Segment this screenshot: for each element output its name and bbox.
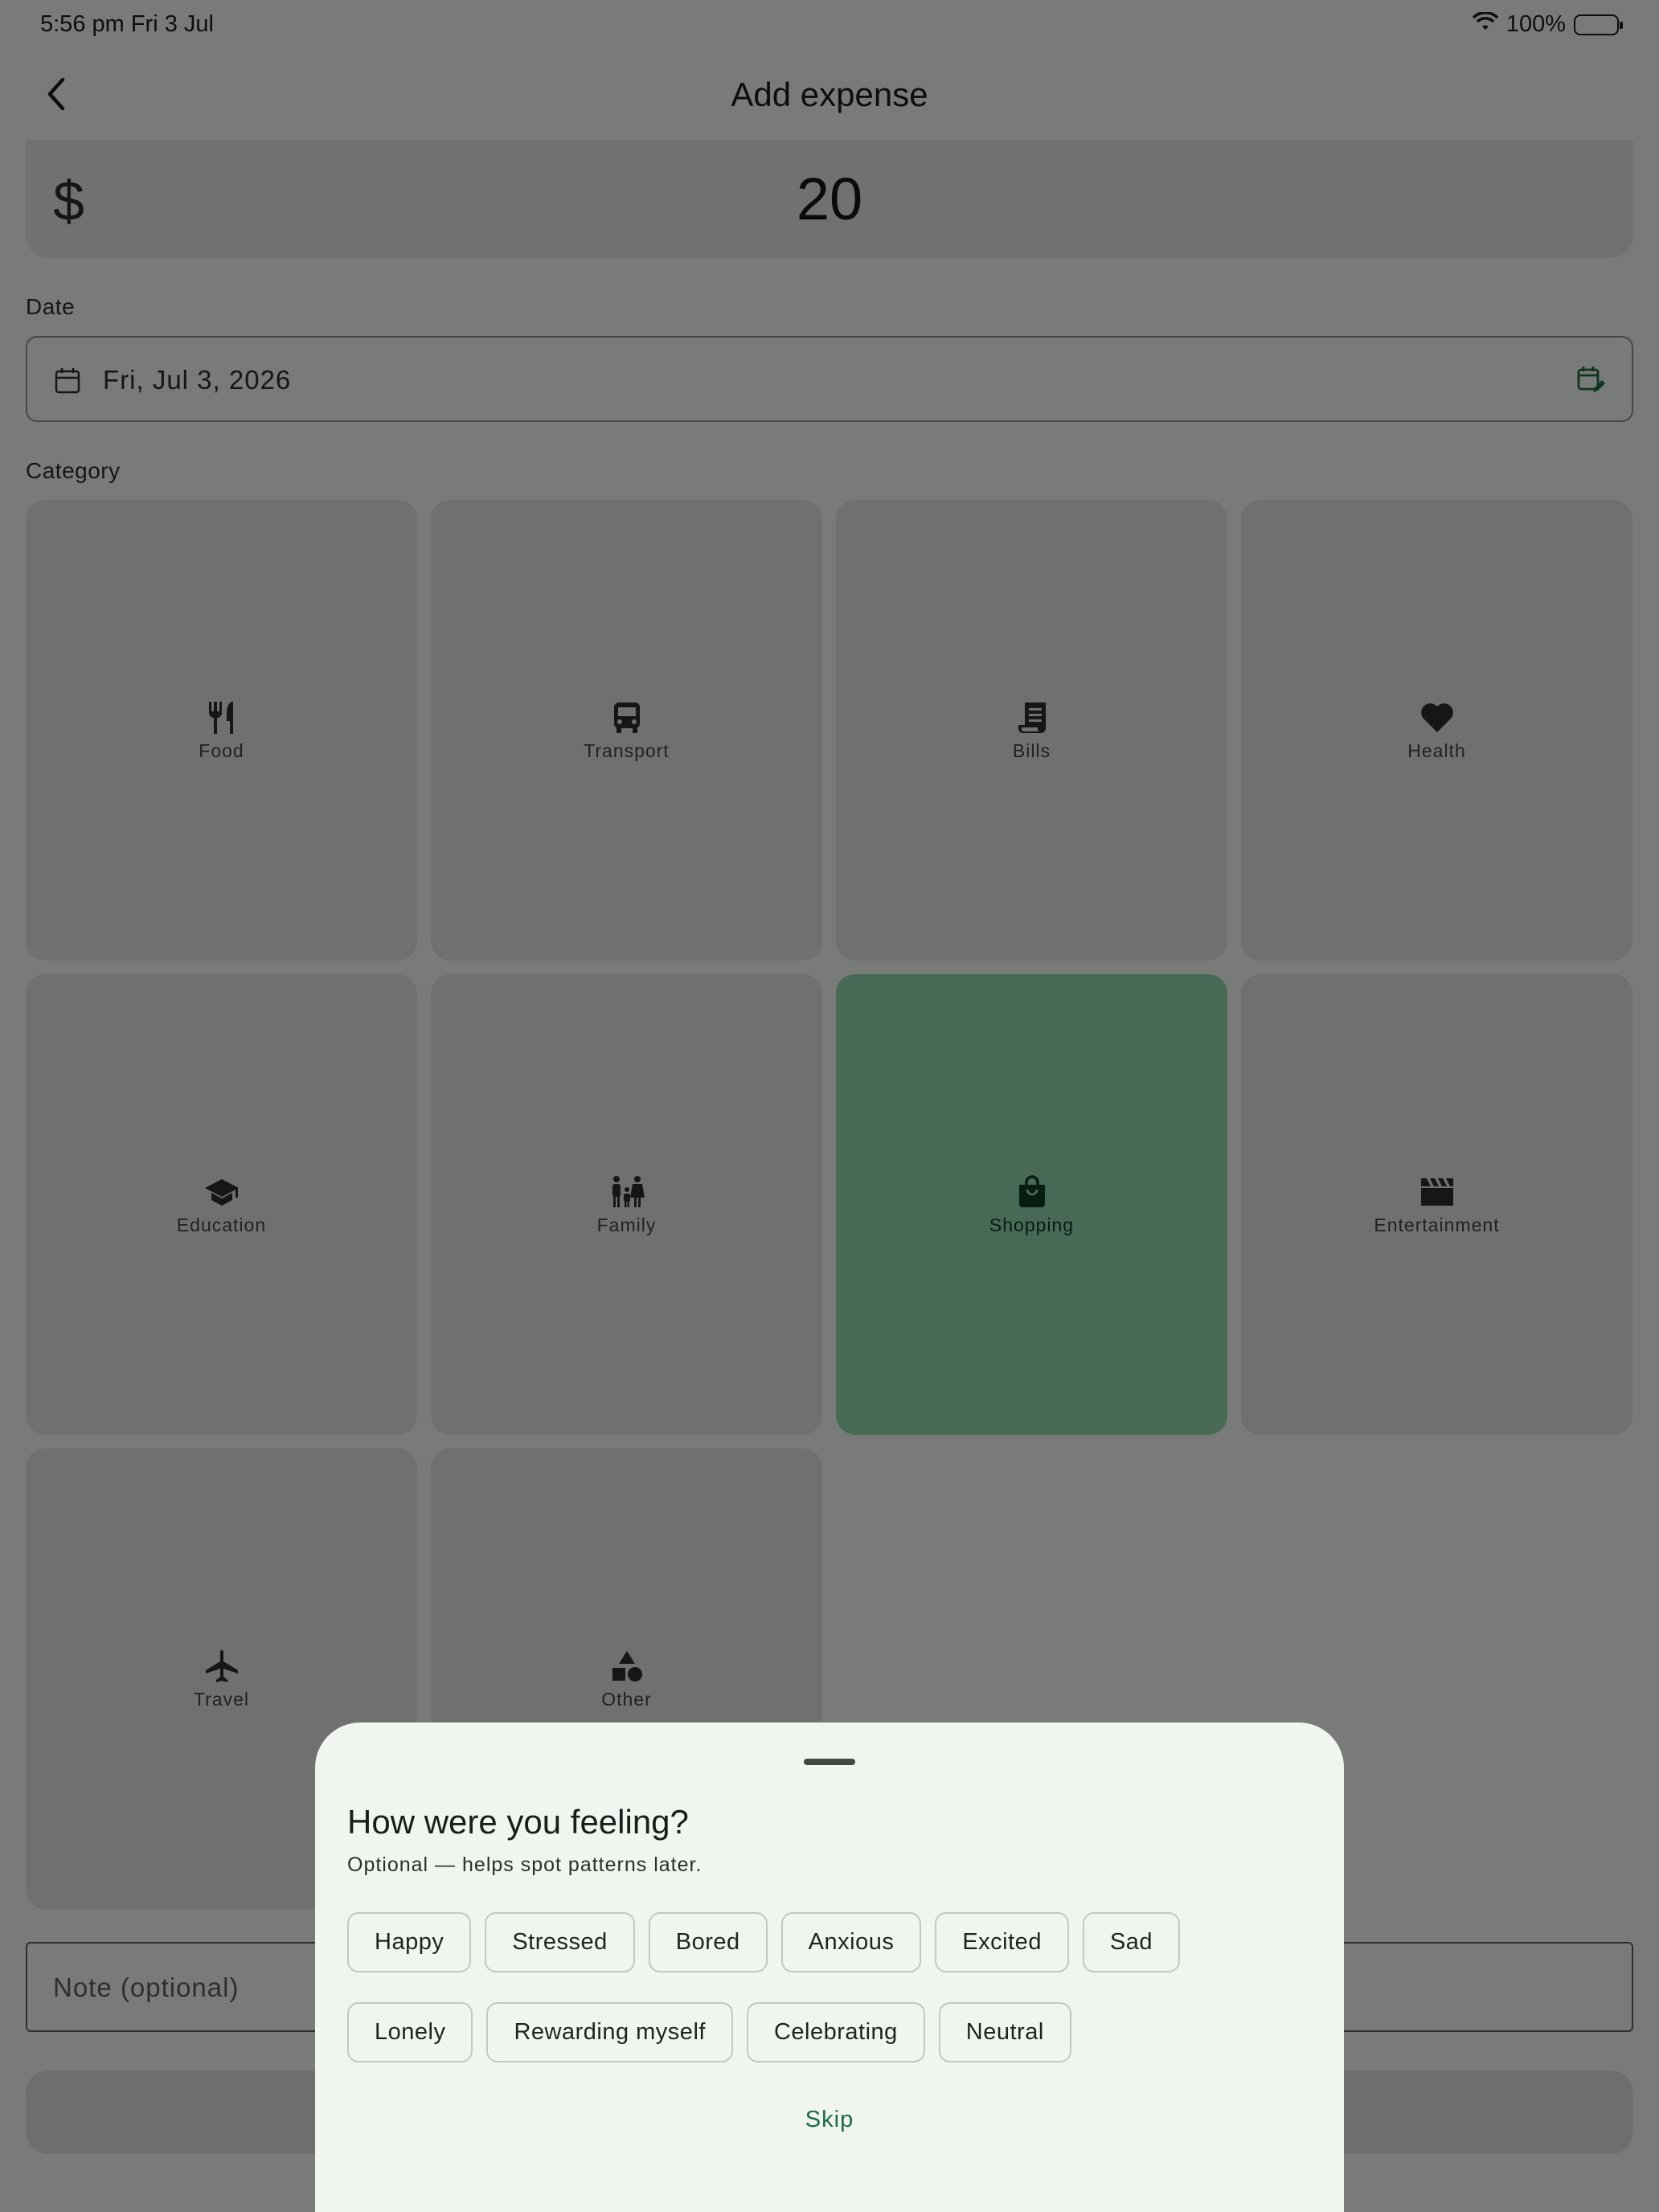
mood-chip-stressed[interactable]: Stressed bbox=[485, 1912, 635, 1972]
mood-chip-lonely[interactable]: Lonely bbox=[347, 2002, 473, 2062]
mood-chip-row: Lonely Rewarding myself Celebrating Neut… bbox=[347, 2002, 1071, 2062]
mood-chip-excited[interactable]: Excited bbox=[935, 1912, 1069, 1972]
mood-chip-bored[interactable]: Bored bbox=[648, 1912, 768, 1972]
mood-bottom-sheet: How were you feeling? Optional — helps s… bbox=[315, 1722, 1344, 2212]
mood-chip-rewarding-myself[interactable]: Rewarding myself bbox=[486, 2002, 733, 2062]
skip-button[interactable]: Skip bbox=[315, 2107, 1344, 2133]
mood-chip-celebrating[interactable]: Celebrating bbox=[746, 2002, 925, 2062]
mood-chip-happy[interactable]: Happy bbox=[347, 1912, 472, 1972]
sheet-title: How were you feeling? bbox=[347, 1803, 689, 1841]
mood-chip-anxious[interactable]: Anxious bbox=[780, 1912, 922, 1972]
mood-chip-neutral[interactable]: Neutral bbox=[938, 2002, 1071, 2062]
mood-chip-row: Happy Stressed Bored Anxious Excited Sad bbox=[347, 1912, 1181, 1972]
mood-chip-sad[interactable]: Sad bbox=[1082, 1912, 1181, 1972]
drag-handle[interactable] bbox=[804, 1759, 855, 1765]
sheet-subtitle: Optional — helps spot patterns later. bbox=[347, 1854, 703, 1876]
